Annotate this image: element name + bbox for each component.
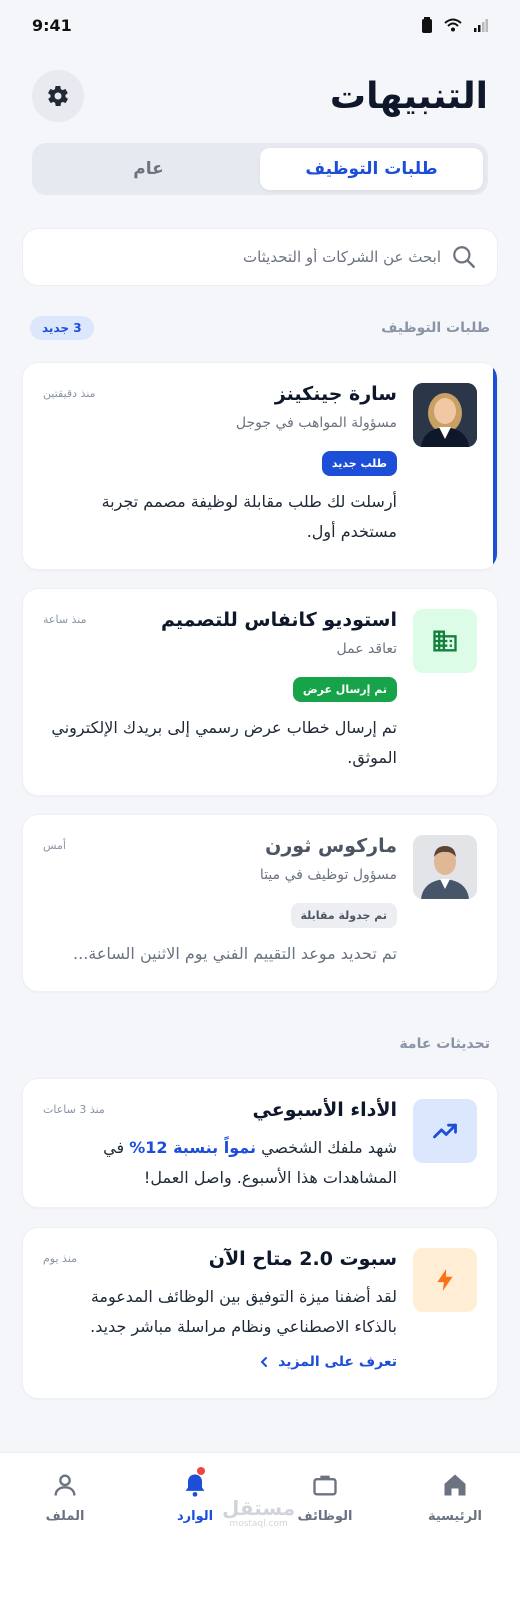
chevron-left-icon bbox=[260, 1357, 268, 1367]
timestamp: منذ 3 ساعات bbox=[43, 1103, 105, 1116]
message-text: شهد ملفك الشخصي bbox=[261, 1138, 397, 1157]
update-icon-box bbox=[413, 1248, 477, 1312]
sender-name: سارة جينكينز bbox=[274, 383, 397, 405]
watermark-url: mostaql.com bbox=[229, 1519, 288, 1529]
avatar bbox=[413, 383, 477, 447]
status-badge: تم جدولة مقابلة bbox=[290, 903, 397, 928]
applications-section-header: طلبات التوظيف 3 جديد bbox=[30, 314, 490, 342]
timestamp: أمس bbox=[43, 839, 66, 852]
sender-role: مسؤول توظيف في ميتا bbox=[259, 867, 397, 883]
nav-label: الوظائف bbox=[297, 1509, 353, 1524]
sender-role: مسؤولة المواهب في جوجل bbox=[235, 415, 397, 431]
status-badge: تم إرسال عرض bbox=[292, 677, 397, 702]
notification-message: أرسلت لك طلب مقابلة لوظيفة مصمم تجربة مس… bbox=[101, 492, 397, 541]
card-header: سارة جينكينز منذ دقيقتين bbox=[43, 383, 397, 405]
status-time: 9:41 bbox=[32, 15, 72, 35]
notification-dot bbox=[197, 1467, 205, 1475]
nav-jobs[interactable]: الوظائف bbox=[275, 1471, 375, 1600]
notification-card[interactable]: استوديو كانفاس للتصميم منذ ساعة تعاقد عم… bbox=[22, 588, 498, 796]
update-message: شهد ملفك الشخصي نمواً بنسبة 12% في المشا… bbox=[47, 1133, 397, 1193]
trending-up-icon bbox=[433, 1123, 457, 1139]
status-badge: طلب جديد bbox=[321, 451, 397, 476]
nav-label: الوارد bbox=[176, 1509, 214, 1524]
update-message: لقد أضفنا ميزة التوفيق بين الوظائف المدع… bbox=[90, 1287, 397, 1336]
search-bar[interactable] bbox=[22, 228, 498, 286]
tab-general[interactable]: عام bbox=[37, 148, 260, 190]
tab-job-applications[interactable]: طلبات التوظيف bbox=[260, 148, 483, 190]
company-icon-box bbox=[413, 609, 477, 673]
building-icon bbox=[433, 630, 457, 652]
bell-icon bbox=[185, 1474, 205, 1497]
nav-label: الرئيسية bbox=[427, 1509, 483, 1524]
card-header: ماركوس ثورن أمس bbox=[43, 835, 397, 857]
update-icon-box bbox=[413, 1099, 477, 1163]
new-count-badge: 3 جديد bbox=[30, 316, 94, 340]
growth-highlight: نمواً بنسبة 12% bbox=[129, 1138, 256, 1157]
timestamp: منذ يوم bbox=[43, 1252, 78, 1265]
update-card[interactable]: سبوت 2.0 متاح الآن منذ يوم لقد أضفنا ميز… bbox=[22, 1227, 498, 1399]
notification-message: تم إرسال خطاب عرض رسمي إلى بريدك الإلكتر… bbox=[51, 718, 397, 767]
briefcase-icon bbox=[313, 1475, 337, 1496]
search-input[interactable] bbox=[43, 248, 441, 266]
avatar bbox=[413, 835, 477, 899]
home-icon bbox=[444, 1474, 466, 1496]
card-header: سبوت 2.0 متاح الآن منذ يوم bbox=[43, 1248, 397, 1270]
watermark: مستقل mostaql.com bbox=[222, 1498, 295, 1532]
card-header: استوديو كانفاس للتصميم منذ ساعة bbox=[43, 609, 397, 631]
notification-message: تم تحديد موعد التقييم الفني يوم الاثنين … bbox=[73, 944, 397, 963]
notification-card[interactable]: ماركوس ثورن أمس مسؤول توظيف في ميتا تم ج… bbox=[22, 814, 498, 992]
page-title: التنبيهات bbox=[329, 75, 488, 117]
avatar-woman bbox=[413, 383, 477, 447]
timestamp: منذ ساعة bbox=[43, 613, 87, 626]
learn-more-link[interactable]: تعرف على المزيد bbox=[258, 1354, 397, 1370]
section-title: طلبات التوظيف bbox=[381, 320, 490, 336]
learn-more-label: تعرف على المزيد bbox=[278, 1354, 397, 1370]
update-card[interactable]: الأداء الأسبوعي منذ 3 ساعات شهد ملفك الش… bbox=[22, 1078, 498, 1208]
sender-role: تعاقد عمل bbox=[336, 641, 397, 657]
sender-name: ماركوس ثورن bbox=[265, 835, 397, 857]
notification-card[interactable]: سارة جينكينز منذ دقيقتين مسؤولة المواهب … bbox=[22, 362, 498, 570]
nav-home[interactable]: الرئيسية bbox=[405, 1471, 505, 1600]
sender-name: استوديو كانفاس للتصميم bbox=[161, 609, 397, 631]
timestamp: منذ دقيقتين bbox=[43, 387, 96, 400]
gear-icon bbox=[48, 85, 68, 107]
lightning-icon bbox=[437, 1269, 453, 1291]
status-icons bbox=[422, 17, 488, 33]
user-icon bbox=[54, 1474, 76, 1496]
battery-icon bbox=[422, 17, 432, 33]
status-bar: 9:41 bbox=[0, 0, 520, 50]
section-title: تحديثات عامة bbox=[399, 1036, 490, 1052]
header: التنبيهات bbox=[32, 70, 488, 122]
update-title: الأداء الأسبوعي bbox=[252, 1099, 397, 1121]
nav-profile[interactable]: الملف bbox=[15, 1471, 115, 1600]
tab-bar: عام طلبات التوظيف bbox=[32, 143, 488, 195]
nav-inbox[interactable]: الوارد bbox=[145, 1467, 245, 1600]
signal-icon bbox=[474, 19, 488, 32]
search-icon bbox=[453, 246, 475, 268]
settings-button[interactable] bbox=[32, 70, 84, 122]
nav-label: الملف bbox=[45, 1509, 85, 1524]
wifi-icon bbox=[444, 18, 462, 32]
update-title: سبوت 2.0 متاح الآن bbox=[208, 1248, 397, 1270]
card-header: الأداء الأسبوعي منذ 3 ساعات bbox=[43, 1099, 397, 1121]
avatar-man bbox=[413, 835, 477, 899]
general-section-header: تحديثات عامة bbox=[30, 1030, 490, 1058]
